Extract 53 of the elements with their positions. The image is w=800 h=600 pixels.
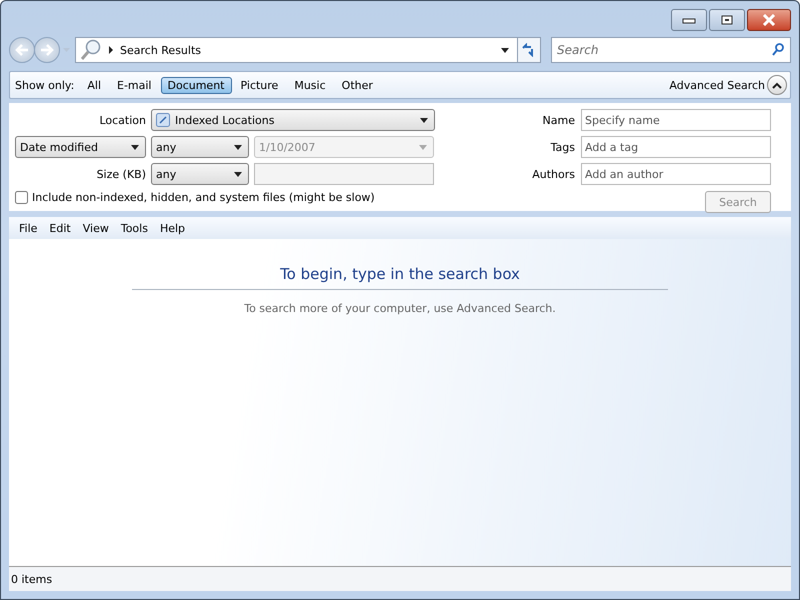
dropdown-arrow-icon <box>234 172 242 176</box>
search-field[interactable]: Search <box>551 37 791 63</box>
left-arrow-icon <box>15 44 29 56</box>
address-path: Search Results <box>120 44 202 56</box>
magnifier-icon <box>80 38 102 62</box>
forward-button[interactable] <box>34 37 60 63</box>
text-field[interactable]: Specify name <box>581 109 771 131</box>
close-icon <box>761 14 777 26</box>
menu-item[interactable]: File <box>13 222 44 234</box>
maximize-button[interactable] <box>709 9 745 31</box>
filter-tab[interactable]: Other <box>334 76 380 94</box>
field-label: Name <box>542 114 575 126</box>
menu-item[interactable]: Edit <box>43 222 77 234</box>
back-button[interactable] <box>9 37 35 63</box>
chevron-icon <box>772 82 782 88</box>
show-only-label: Show only: <box>15 78 74 92</box>
field-label: Authors <box>531 168 575 180</box>
dropdown-arrow-icon[interactable] <box>501 48 509 52</box>
empty-state-text: To search more of your computer, use Advanced Search. <box>244 302 556 315</box>
location-icon <box>156 113 170 127</box>
field-label: Tags <box>550 140 575 154</box>
maximize-icon <box>721 15 733 25</box>
location-label: Location <box>98 114 146 126</box>
minimize-button[interactable] <box>671 9 707 31</box>
menu-item[interactable]: Help <box>154 222 192 234</box>
size-label: Size (KB) <box>96 168 146 180</box>
minimize-icon <box>682 16 696 24</box>
filter-tab[interactable]: Document <box>160 76 232 94</box>
dropdown-arrow-icon <box>234 144 242 150</box>
filter-tab[interactable]: All <box>80 76 108 94</box>
advanced-search-link[interactable]: Advanced Search <box>669 78 765 92</box>
close-button[interactable] <box>747 9 791 31</box>
menu-item[interactable]: Tools <box>114 222 154 234</box>
text-field[interactable]: Add an author <box>581 163 771 185</box>
right-arrow-icon <box>40 44 54 56</box>
breadcrumb-arrow-icon <box>108 46 114 54</box>
dropdown-arrow-icon <box>419 144 427 150</box>
filter-tab[interactable]: E-mail <box>110 76 158 94</box>
empty-state-heading: To begin, type in the search box <box>132 265 668 290</box>
filter-tab[interactable]: Picture <box>234 76 286 94</box>
collapse-button[interactable] <box>767 75 787 95</box>
dropdown-arrow-icon <box>131 144 139 150</box>
checkbox-label: Include non-indexed, hidden, and system files (might be slow) <box>32 191 375 204</box>
dropdown-arrow-icon <box>420 118 428 122</box>
menu-item[interactable]: View <box>76 222 115 234</box>
search-icon <box>772 43 784 56</box>
text-field[interactable]: Add a tag <box>581 136 771 158</box>
location-dropdown[interactable]: Indexed Locations <box>151 109 435 131</box>
refresh-button[interactable] <box>517 37 541 63</box>
item-count: 0 items <box>11 572 52 586</box>
filter-tab[interactable]: Music <box>287 76 333 94</box>
checkbox[interactable] <box>15 191 28 204</box>
address-bar[interactable]: Search Results <box>75 37 518 63</box>
